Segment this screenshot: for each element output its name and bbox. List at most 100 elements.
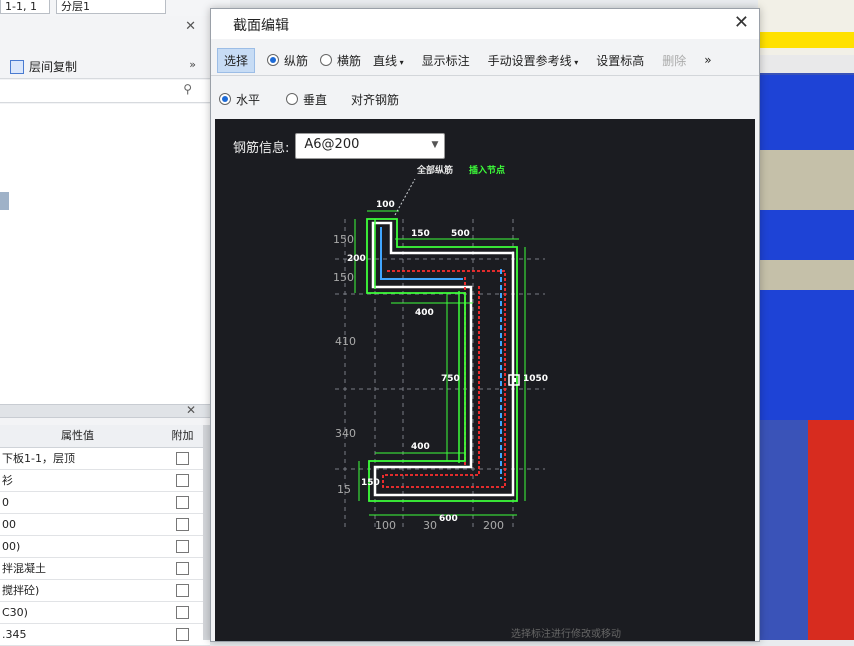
3d-yellow-slab <box>758 32 854 48</box>
dialog-titlebar[interactable]: 截面编辑 ✕ <box>211 9 759 39</box>
extra-checkbox[interactable] <box>176 606 190 619</box>
dim-label[interactable]: 100 <box>376 200 395 210</box>
dim-label[interactable]: 30 <box>423 519 437 532</box>
more-icon[interactable]: » <box>698 50 717 70</box>
dim-label[interactable]: 400 <box>415 308 434 318</box>
show-annotation-button[interactable]: 显示标注 <box>416 49 476 72</box>
property-value: .345 <box>2 628 27 641</box>
table-row[interactable]: 00) <box>0 536 210 558</box>
insert-node-label[interactable]: 插入节点 <box>469 164 505 176</box>
set-elevation-button[interactable]: 设置标高 <box>590 49 650 72</box>
floor-copy-label: 层间复制 <box>29 60 78 74</box>
horizontal-label: 水平 <box>236 92 261 107</box>
table-row[interactable]: 拌混凝土 <box>0 558 210 580</box>
radio-unchecked-icon <box>286 93 299 105</box>
line-dropdown[interactable]: 直线 ▾ <box>367 49 410 72</box>
extra-checkbox[interactable] <box>176 628 190 641</box>
table-row[interactable]: 下板1-1，层顶 <box>0 448 210 470</box>
vertical-label: 垂直 <box>303 92 328 107</box>
select-button[interactable]: 选择 <box>217 47 256 73</box>
extra-checkbox[interactable] <box>176 518 190 531</box>
table-row[interactable]: C30) <box>0 602 210 624</box>
all-longitudinal-label[interactable]: 全部纵筋 <box>416 164 453 176</box>
property-value: 00 <box>2 518 16 531</box>
manual-ref-line-dropdown[interactable]: 手动设置参考线 ▾ <box>482 49 585 72</box>
copy-icon <box>10 59 24 74</box>
dialog-toolbar-secondary: 水平 垂直 对齐钢筋 <box>211 85 759 113</box>
property-extra-header: 附加 <box>171 429 194 442</box>
property-value: 搅拌砼) <box>2 584 40 597</box>
floor-select[interactable]: 1-1, 1 <box>0 0 50 14</box>
expand-icon[interactable]: » <box>189 58 196 71</box>
section-canvas[interactable]: 钢筋信息: A6@200 ▼ 全部纵筋 插入节点 100 150 500 150… <box>215 119 755 641</box>
tree-tab-handle[interactable] <box>0 192 9 210</box>
extra-checkbox[interactable] <box>176 540 190 553</box>
align-rebar-button[interactable]: 对齐钢筋 <box>345 88 405 111</box>
dim-label[interactable]: 410 <box>335 335 356 348</box>
property-table: 属性值 附加 下板1-1，层顶 衫 0 00 00) 拌混凝土 搅拌砼) C30… <box>0 425 210 646</box>
table-row[interactable]: 搅拌砼) <box>0 580 210 602</box>
dim-label[interactable]: 500 <box>451 229 470 239</box>
status-hint: 选择标注进行修改或移动 <box>511 629 621 640</box>
property-value: C30) <box>2 606 28 619</box>
dim-label[interactable]: 150 <box>361 478 380 488</box>
extra-checkbox[interactable] <box>176 584 190 597</box>
dim-label[interactable]: 600 <box>439 514 458 524</box>
dim-label[interactable]: 150 <box>333 233 354 246</box>
close-icon[interactable]: ✕ <box>734 12 749 33</box>
manual-ref-line-label: 手动设置参考线 <box>487 53 572 68</box>
splitter-close-icon[interactable]: ✕ <box>186 403 196 417</box>
property-value: 衫 <box>2 474 13 487</box>
panel-splitter[interactable]: ✕ <box>0 403 210 418</box>
property-value: 拌混凝土 <box>2 562 46 575</box>
dim-label[interactable]: 200 <box>483 519 504 532</box>
dim-label[interactable]: 100 <box>375 519 396 532</box>
green-stirrup <box>366 218 518 502</box>
table-row[interactable]: 0 <box>0 492 210 514</box>
section-drawing[interactable]: 全部纵筋 插入节点 100 150 500 150 200 150 400 41… <box>215 119 755 641</box>
property-scrollbar[interactable] <box>203 425 210 640</box>
section-outline <box>371 221 515 497</box>
3d-concrete-block <box>758 260 854 290</box>
3d-view[interactable] <box>758 0 854 640</box>
extra-checkbox[interactable] <box>176 562 190 575</box>
table-row[interactable]: 衫 <box>0 470 210 492</box>
layer-select[interactable]: 分层1 <box>56 0 166 14</box>
property-table-header: 属性值 附加 <box>0 425 210 448</box>
annotation-labels: 全部纵筋 插入节点 100 150 500 150 200 150 400 41… <box>333 164 548 532</box>
tree-search[interactable]: ⚲ <box>0 80 210 103</box>
dim-label[interactable]: 150 <box>333 271 354 284</box>
dim-label[interactable]: 200 <box>347 254 366 264</box>
longitudinal-radio[interactable]: 纵筋 <box>267 52 308 69</box>
radio-checked-icon <box>219 93 231 105</box>
property-value: 0 <box>2 496 9 509</box>
line-label: 直线 <box>373 53 398 68</box>
left-panel-close-icon[interactable]: ✕ <box>185 19 196 34</box>
extra-checkbox[interactable] <box>176 474 190 487</box>
horizontal-radio[interactable]: 水平 <box>219 91 260 108</box>
dim-label[interactable]: 150 <box>411 229 430 239</box>
transverse-radio[interactable]: 横筋 <box>320 52 361 69</box>
extra-checkbox[interactable] <box>176 496 190 509</box>
dim-label[interactable]: 400 <box>411 442 430 452</box>
vertical-radio[interactable]: 垂直 <box>286 91 327 108</box>
table-row[interactable]: 00 <box>0 514 210 536</box>
floor-copy-button[interactable]: 层间复制 <box>10 58 77 75</box>
chevron-down-icon: ▾ <box>397 57 404 67</box>
delete-button[interactable]: 删除 <box>656 49 692 72</box>
3d-red-column <box>808 420 854 640</box>
dim-label[interactable]: 750 <box>441 374 460 384</box>
extra-checkbox[interactable] <box>176 452 190 465</box>
table-row[interactable]: .345 <box>0 624 210 646</box>
top-toolbar: 1-1, 1 分层1 <box>0 0 230 17</box>
dim-label[interactable]: 340 <box>335 427 356 440</box>
property-value: 下板1-1，层顶 <box>2 452 75 465</box>
3d-view-top <box>758 0 854 58</box>
3d-concrete-block <box>758 150 854 210</box>
3d-blue-slab <box>758 290 854 420</box>
3d-blue-slab <box>758 210 854 260</box>
dim-label[interactable]: 15 <box>337 483 351 496</box>
leader-line <box>394 178 416 216</box>
dim-label[interactable]: 1050 <box>523 374 548 384</box>
left-panel-toolbar: 层间复制 » <box>0 52 210 79</box>
